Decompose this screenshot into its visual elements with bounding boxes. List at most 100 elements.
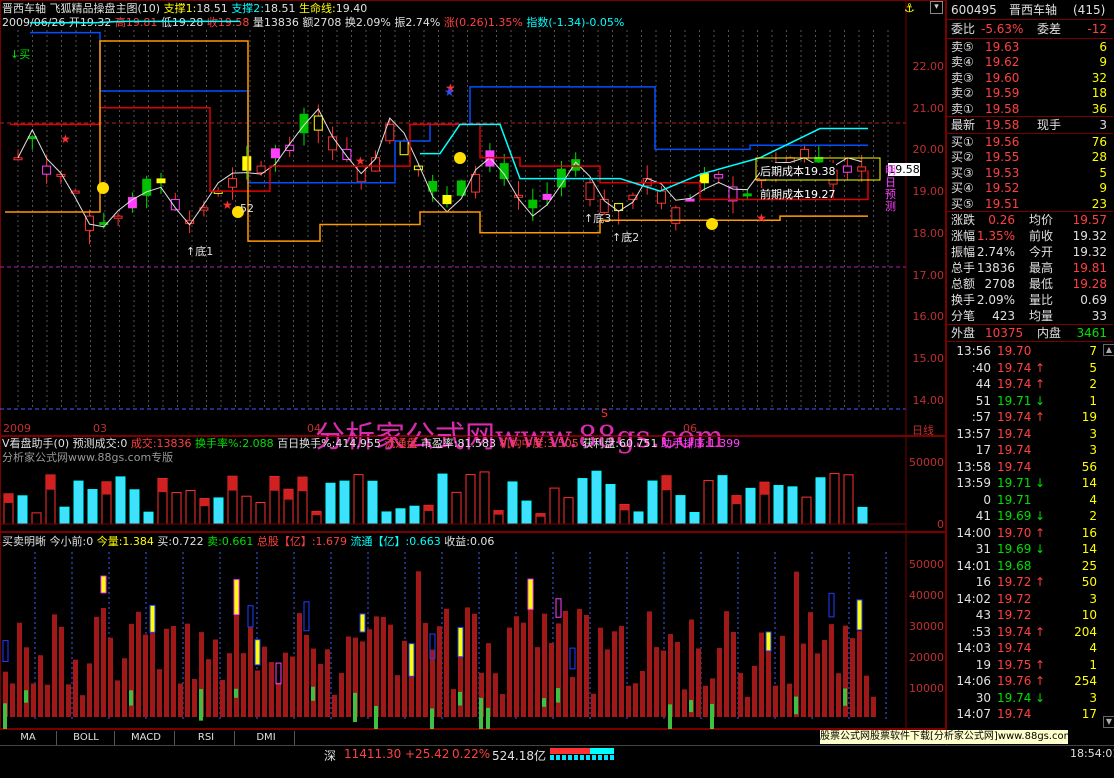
tick-row: 43 19.72 10 [947,607,1111,623]
tick-cell: ↑ [1035,624,1046,639]
tick-cell: 19.74 [997,443,1032,457]
banner[interactable]: 股票公式网股票软件下载[分析家公式网]www.88gs.com [820,730,1068,744]
smiley-icon [706,218,718,230]
stat-cell: 振幅 [951,245,976,259]
row-price: 19.51 [985,196,1020,211]
volume-bar-cap [228,476,237,491]
candlestick-chart[interactable]: ★★★★★★ [0,0,946,436]
scroll-up-button[interactable]: ▲ [1103,344,1114,356]
volume-bar [717,475,728,525]
buysell-chart[interactable] [0,532,946,729]
tab-rsi[interactable]: RSI [178,731,235,745]
row-volume: 5 [1099,165,1107,180]
bs-bar-green [353,692,357,723]
stat-cell: 最高 [1029,261,1054,275]
bs-bar [738,673,743,717]
candle-body [714,173,724,179]
tick-row: 14:00 19.70 ↑ 16 [947,525,1111,541]
stat-cell: 总手 [951,261,976,275]
bs-bar [563,610,568,717]
tick-cell: 0 [983,492,991,507]
tick-cell: 3 [1089,443,1097,457]
stock-name: 晋西车轴 [1009,3,1058,17]
bs-bar [458,649,463,717]
tick-cell: 7 [1089,344,1097,358]
bs-bar [752,665,757,717]
cur-value: 3 [1099,118,1107,132]
bs-bar [808,612,813,717]
market-pct: 0.22% [452,747,491,761]
tick-cell: 13:57 [956,426,991,441]
outer-inner-row: 外盘 10375 内盘 3461 [947,325,1111,341]
bs-bar [605,649,610,717]
market-amount: 524.18亿 [492,749,546,763]
tick-cell: 19.69 [997,509,1032,523]
panel-toggle-icon[interactable]: ▾ [930,1,943,14]
tick-row: 14:01 19.68 25 [947,558,1111,574]
tick-cell: 17 [975,443,991,457]
candle-body [585,182,595,201]
price-line [17,108,862,228]
tick-cell: 14 [1081,542,1097,556]
row-volume: 28 [1091,150,1107,165]
tick-row: :53 19.74 ↑ 204 [947,624,1111,640]
star-icon: ★ [355,154,366,168]
tick-cell: 4 [1089,641,1097,655]
bs-bar-green [311,686,315,701]
bs-bar [696,648,701,717]
annot-bottom2: ↑底2 [612,231,640,244]
anchor-icon[interactable]: ⚓ [904,1,915,15]
bs-bar [59,626,64,717]
bs-bar-green [556,688,560,703]
tab-dmi[interactable]: DMI [238,731,295,745]
bs-bar [290,656,295,717]
row-label: 卖② [951,86,974,101]
volume-bar [787,486,798,525]
bs-bar [577,608,582,717]
stat-cell: 前收 [1029,229,1054,243]
bs-bar [213,639,218,717]
tick-row: 14:03 19.74 4 [947,640,1111,656]
bs-bar-top [457,626,464,658]
candle-body [742,193,752,197]
tick-cell: 19.71 [997,492,1032,507]
bs-bar [164,628,169,717]
bs-bar [857,631,862,717]
tick-cell: 19.70 [997,344,1032,358]
tick-cell: 19.74 [997,690,1032,705]
tab-macd[interactable]: MACD [118,731,175,745]
stat-cell: 2.09% [976,293,1015,307]
candle-body [528,199,538,209]
volume-bar [577,478,588,525]
row-volume: 6 [1099,40,1107,54]
scroll-down-button[interactable]: ▼ [1103,716,1114,728]
volume-bar-cap [284,489,293,500]
candle-body [27,136,37,140]
tick-cell: :57 [971,410,991,424]
stat-cell: 均量 [1029,309,1054,323]
bs-bar [367,629,372,717]
stat-cell: 总额 [951,277,976,291]
tick-cell: 19.71 [997,393,1032,408]
bs-bar-green [479,697,483,729]
bs-bar-green [129,690,133,706]
month-label: 2009 [3,422,31,435]
bs-bar [24,647,29,717]
tab-boll[interactable]: BOLL [58,731,115,745]
tick-cell: 19.74 [997,624,1032,639]
bs-bar [87,663,92,717]
tick-cell: 13:59 [956,476,991,490]
volume-chart[interactable] [0,436,946,532]
tick-cell: 14:02 [956,591,991,606]
volume-bar-cap [102,481,111,495]
tick-cell: 17 [1081,707,1097,721]
tab-ma[interactable]: MA [0,731,57,745]
bid-row: 买⑤ 19.51 23 [947,196,1111,212]
volume-bar [549,487,560,525]
month-label: 03 [93,422,107,435]
bs-bar [507,627,512,717]
bs-bar [311,648,316,717]
row-volume: 23 [1091,196,1107,211]
row-price: 19.52 [985,181,1020,196]
row-price: 19.60 [985,70,1020,85]
